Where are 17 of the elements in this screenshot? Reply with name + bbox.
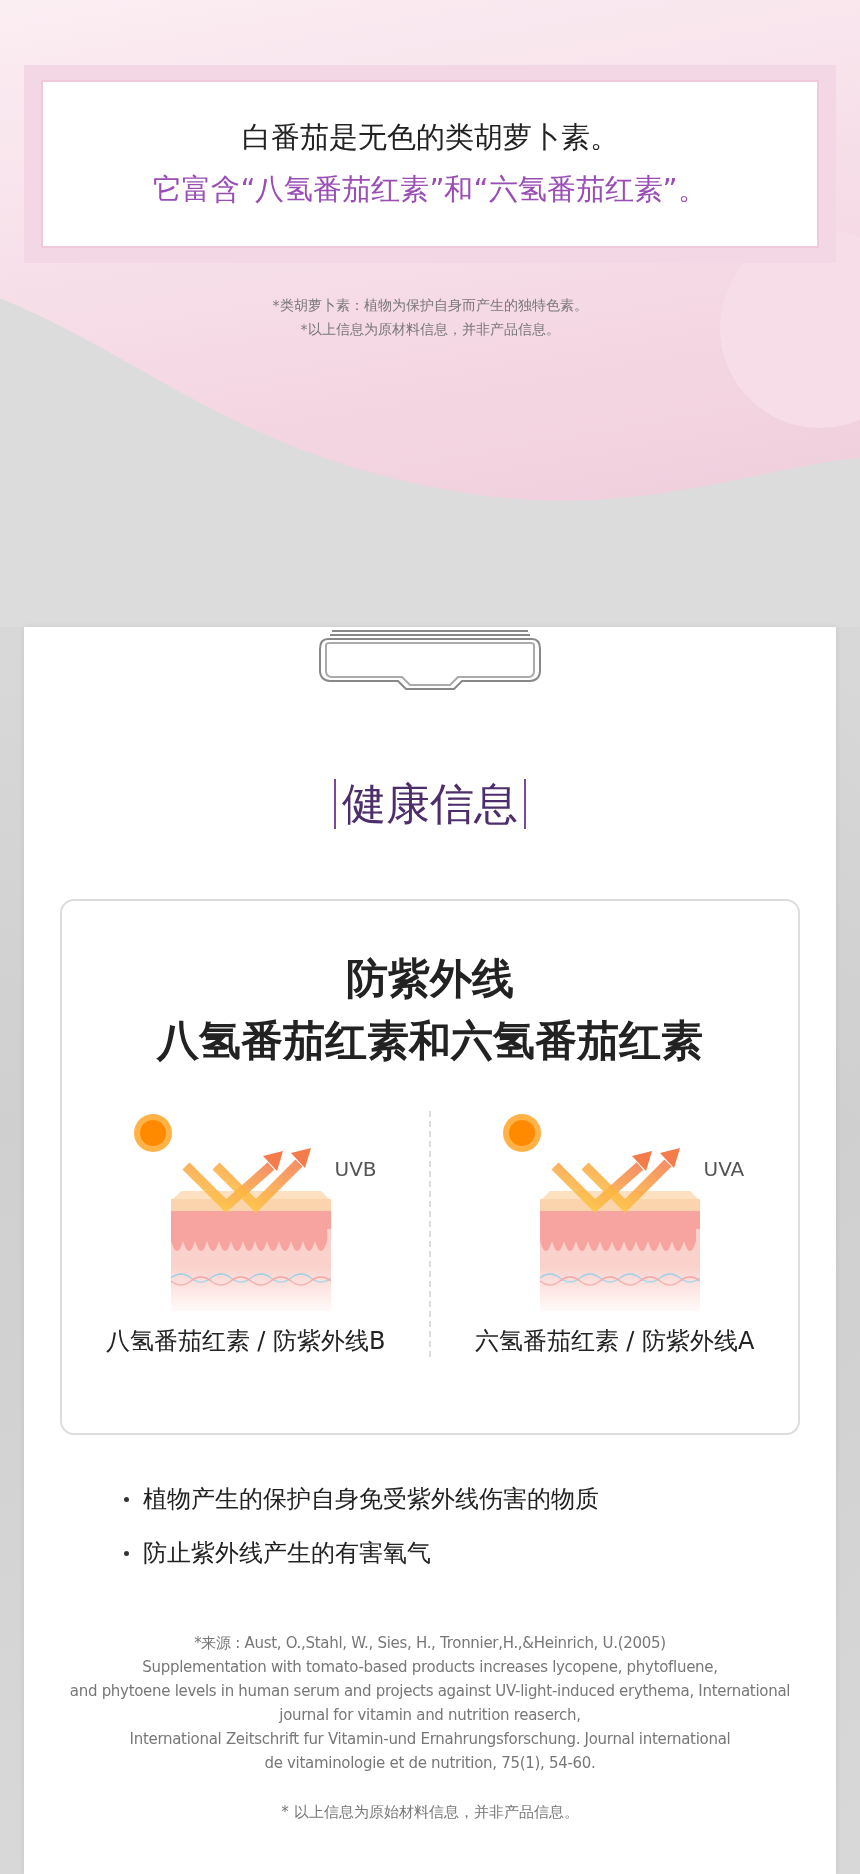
citation-text: *来源 : Aust, O.,Stahl, W., Sies, H., Tronnier,H.,&Heinrich, U.(2005) Supplementation with tomato-based products increases lycopene, phytofluene, and phytoene levels in human serum and projects against UV-light-induced erythema, International journal for vitamin and nutrition reaserch, International Zeitschrift fur Vitamin-und Ernahrungsforschung. Journal international de vitaminologie et de nutrition, 75(1), 54-60. <box>68 1633 792 1774</box>
footnote: *以上信息为原材料信息，并非产品信息。 <box>300 321 560 339</box>
notice-highlight: 它富含“八氢番茄红素”和“六氢番茄红素”。 <box>153 171 707 208</box>
bullet-icon <box>124 1496 129 1502</box>
panel-heading: 防紫外线 <box>346 953 514 1005</box>
bullet-icon <box>124 1550 129 1556</box>
bullet-text: 植物产生的保护自身免受紫外线伤害的物质 <box>143 1484 599 1515</box>
disclaimer-note: * 以上信息为原始材料信息，并非产品信息。 <box>280 1803 580 1822</box>
panel-heading: 八氢番茄红素和六氢番茄红素 <box>157 1015 703 1067</box>
ray-label: UVA <box>703 1157 745 1181</box>
caption: 六氢番茄红素 / 防紫外线A <box>474 1326 755 1357</box>
footnote: *类胡萝卜素：植物为保护自身而产生的独特色素。 <box>272 297 588 315</box>
section-title: 健康信息 <box>334 779 526 829</box>
bullet-text: 防止紫外线产生的有害氧气 <box>143 1538 431 1569</box>
caption: 八氢番茄红素 / 防紫外线B <box>105 1326 386 1357</box>
ray-label: UVB <box>334 1157 377 1181</box>
notice-text: 白番茄是无色的类胡萝卜素。 <box>241 119 619 156</box>
